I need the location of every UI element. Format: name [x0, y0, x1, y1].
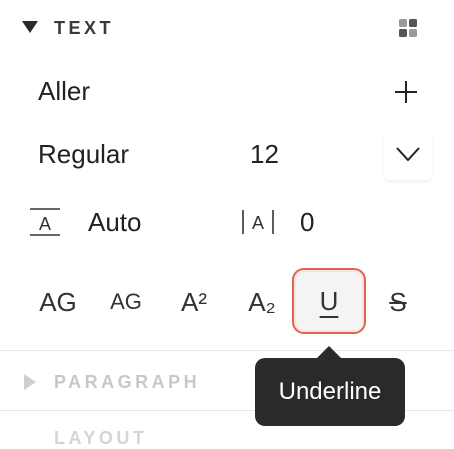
- font-size-input[interactable]: 12: [250, 139, 279, 170]
- grid-icon[interactable]: [399, 19, 417, 37]
- subscript-label: A₂: [248, 286, 276, 317]
- chevron-down-icon[interactable]: [394, 143, 422, 165]
- tooltip: Underline: [255, 358, 405, 426]
- letter-spacing-input[interactable]: 0: [300, 207, 314, 238]
- tooltip-text: Underline: [278, 378, 382, 405]
- expand-caret-icon[interactable]: [24, 374, 36, 390]
- font-family-select[interactable]: Aller: [38, 76, 90, 107]
- superscript-button[interactable]: A²: [162, 272, 226, 332]
- layout-section-title[interactable]: LAYOUT: [54, 428, 147, 449]
- add-font-icon[interactable]: [392, 78, 420, 106]
- underline-button[interactable]: U: [292, 268, 366, 334]
- superscript-label: A²: [181, 286, 207, 317]
- svg-text:A: A: [252, 213, 264, 233]
- tooltip-arrow: [317, 346, 341, 358]
- paragraph-section-title[interactable]: PARAGRAPH: [54, 372, 200, 393]
- small-caps-button[interactable]: AG: [94, 272, 158, 332]
- letter-spacing-icon: A: [242, 210, 274, 234]
- collapse-caret-icon[interactable]: [22, 21, 38, 33]
- line-height-icon: A: [30, 208, 60, 236]
- strikethrough-label: S: [389, 286, 407, 317]
- section-divider: [0, 350, 454, 351]
- small-caps-label: AG: [110, 289, 142, 314]
- section-title-text[interactable]: TEXT: [54, 18, 114, 39]
- subscript-button[interactable]: A₂: [230, 272, 294, 332]
- font-weight-select[interactable]: Regular: [38, 139, 129, 170]
- underline-label: U: [319, 285, 339, 316]
- all-caps-button[interactable]: AG: [26, 272, 90, 332]
- strikethrough-button[interactable]: S: [366, 272, 430, 332]
- svg-text:A: A: [39, 214, 51, 234]
- line-height-input[interactable]: Auto: [88, 207, 142, 238]
- all-caps-label: AG: [39, 286, 77, 317]
